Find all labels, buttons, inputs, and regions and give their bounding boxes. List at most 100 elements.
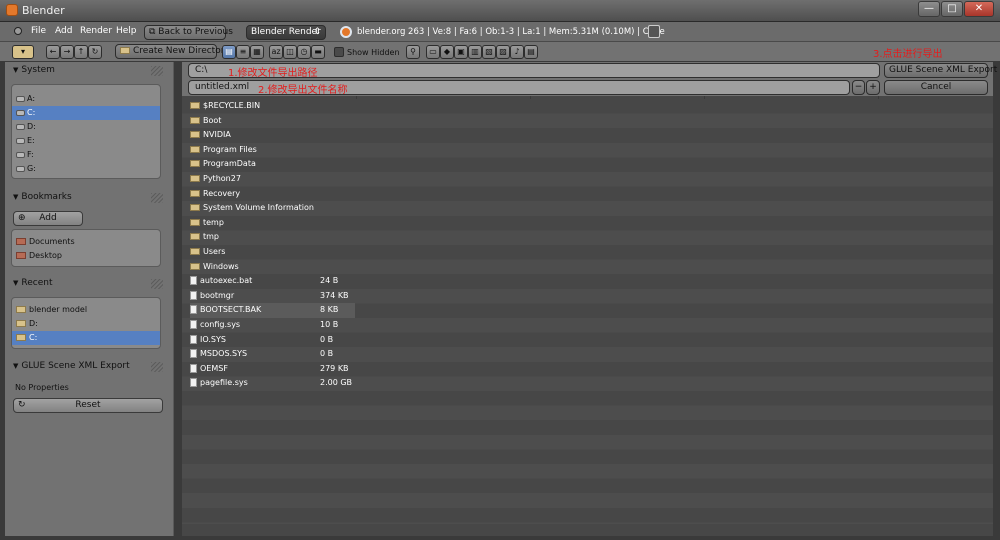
folder-icon [190,218,200,226]
file-row[interactable]: BOOTSECT.BAK 8 KB [190,303,355,318]
folder-row[interactable]: tmp [190,230,355,245]
parent-dir-icon[interactable]: ↑ [74,45,88,59]
file-name: Python27 [203,173,241,183]
drive-item[interactable]: E: [12,134,160,148]
menu-file[interactable]: File [31,26,46,36]
system-section-header[interactable]: ▼ System [13,65,55,75]
export-button[interactable]: GLUE Scene XML Export [884,63,997,78]
decrement-button[interactable]: − [852,80,865,95]
drive-label: D: [27,122,36,131]
file-name: Users [203,246,226,256]
filter-font-icon[interactable]: ▨ [496,45,510,59]
menu-add[interactable]: Add [55,26,72,36]
file-name: config.sys [200,319,241,329]
drive-item[interactable]: A: [12,92,160,106]
render-engine-select[interactable]: Blender Render ⇕ [246,25,326,40]
drive-item[interactable]: G: [12,162,160,176]
bookmark-label: Desktop [29,251,62,260]
folder-row[interactable]: Python27 [190,172,355,187]
bookmark-item[interactable]: Documents [12,235,160,249]
drive-icon [16,151,25,158]
show-hidden-label: Show Hidden [347,48,400,57]
close-button[interactable]: ✕ [964,1,994,17]
display-short-list-icon[interactable]: ▤ [222,45,236,59]
folder-row[interactable]: ProgramData [190,157,355,172]
show-hidden-checkbox[interactable] [334,47,344,57]
bookmark-list: Documents Desktop [11,229,161,267]
drive-item-selected[interactable]: C: [12,106,160,120]
forward-arrow-icon[interactable]: → [60,45,74,59]
folder-row[interactable]: Program Files [190,143,355,158]
file-row[interactable]: OEMSF 279 KB [190,362,355,377]
file-row[interactable]: MSDOS.SYS 0 B [190,347,355,362]
filter-script-icon[interactable]: ▧ [482,45,496,59]
create-directory-button[interactable]: Create New Directory [115,44,230,59]
new-folder-icon [120,47,130,54]
filter-folders-icon[interactable]: ▭ [426,45,440,59]
folder-row[interactable]: Boot [190,114,355,129]
maximize-button[interactable]: □ [941,1,963,17]
panel-grip-icon[interactable] [151,362,163,372]
folder-row[interactable]: System Volume Information [190,201,355,216]
file-row[interactable]: bootmgr 374 KB [190,289,355,304]
folder-row[interactable]: Recovery [190,187,355,202]
recent-item-selected[interactable]: C: [12,331,160,345]
panel-grip-icon[interactable] [151,279,163,289]
bookmarks-section-title: Bookmarks [21,192,72,202]
file-name: ProgramData [203,159,256,169]
file-row[interactable]: pagefile.sys 2.00 GB [190,376,355,391]
drive-item[interactable]: F: [12,148,160,162]
drive-icon [16,165,25,172]
filter-text-icon[interactable]: ▤ [524,45,538,59]
sort-size-icon[interactable]: ▬ [311,45,325,59]
add-bookmark-button[interactable]: ⊕ Add [13,211,83,226]
recent-section-header[interactable]: ▼ Recent [13,278,53,288]
file-name: tmp [203,232,220,242]
recent-item[interactable]: D: [12,317,160,331]
back-to-previous-button[interactable]: ⧉ Back to Previous [144,25,233,40]
filter-sound-icon[interactable]: ♪ [510,45,524,59]
recent-item[interactable]: blender model [12,303,160,317]
folder-row[interactable]: Windows [190,260,355,275]
fullscreen-icon[interactable] [648,25,660,38]
filter-image-icon[interactable]: ▣ [454,45,468,59]
panel-grip-icon[interactable] [151,193,163,203]
folder-row[interactable]: Users [190,245,355,260]
folder-row[interactable]: $RECYCLE.BIN [190,99,355,114]
refresh-icon[interactable]: ↻ [88,45,102,59]
panel-grip-icon[interactable] [151,66,163,76]
back-arrow-icon[interactable]: ← [46,45,60,59]
filter-movie-icon[interactable]: ▥ [468,45,482,59]
folder-row[interactable]: temp [190,216,355,231]
bookmark-item[interactable]: Desktop [12,249,160,263]
export-section-header[interactable]: ▼ GLUE Scene XML Export [13,361,130,371]
file-size: 374 KB [320,290,349,300]
editor-type-icon[interactable] [14,27,22,35]
folder-row[interactable]: NVIDIA [190,128,355,143]
display-detailed-list-icon[interactable]: ≡ [236,45,250,59]
filter-blend-icon[interactable]: ◆ [440,45,454,59]
display-thumbnails-icon[interactable]: ▦ [250,45,264,59]
sort-time-icon[interactable]: ◷ [297,45,311,59]
file-row[interactable]: autoexec.bat 24 B [190,274,355,289]
sort-extension-icon[interactable]: ◫ [283,45,297,59]
sort-alpha-icon[interactable]: az [269,45,283,59]
folder-icon [16,320,26,327]
scene-stats: blender.org 263 | Ve:8 | Fa:6 | Ob:1-3 |… [357,27,665,37]
file-name: OEMSF [200,363,228,373]
file-row[interactable]: IO.SYS 0 B [190,333,355,348]
no-properties-text: No Properties [15,383,69,392]
file-row[interactable]: config.sys 10 B [190,318,355,333]
increment-button[interactable]: + [866,80,880,95]
left-panel: ▼ System A: C: D: E: F: G: ▼ Bookmarks ⊕ Ad… [5,62,174,536]
filter-icon[interactable]: ⚲ [406,45,420,59]
menu-help[interactable]: Help [116,26,137,36]
minimize-button[interactable]: — [918,1,940,17]
drive-icon [16,137,25,144]
bookmarks-section-header[interactable]: ▼ Bookmarks [13,192,72,202]
folder-menu-icon[interactable]: ▾ [12,45,34,59]
drive-item[interactable]: D: [12,120,160,134]
menu-render[interactable]: Render [80,26,112,36]
reset-button[interactable]: ↻ Reset [13,398,163,413]
cancel-button[interactable]: Cancel [884,80,988,95]
